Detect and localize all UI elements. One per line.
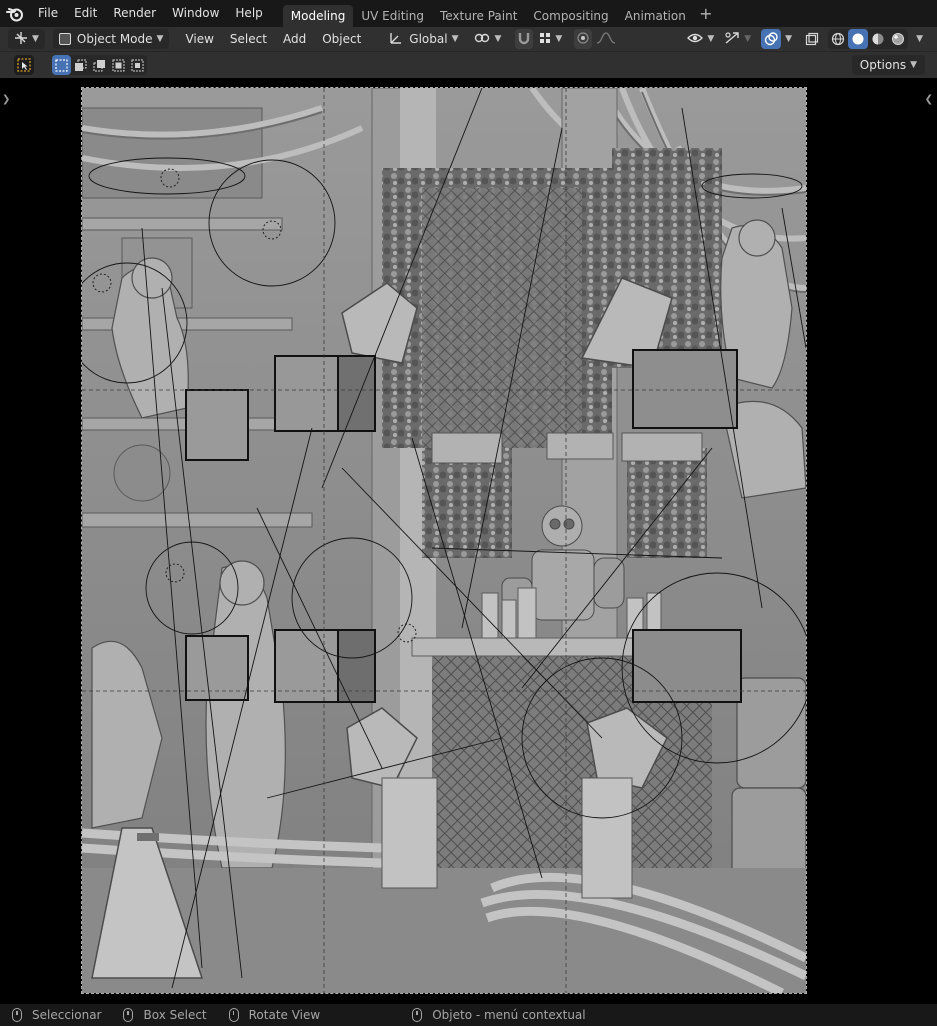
planter-left bbox=[431, 432, 503, 464]
blender-logo-icon[interactable] bbox=[0, 0, 30, 27]
snap-grid-icon bbox=[539, 32, 551, 47]
chevron-down-icon: ▼ bbox=[555, 34, 563, 44]
tab-animation[interactable]: Animation bbox=[617, 5, 694, 27]
editor-type-dropdown[interactable]: ▼ bbox=[8, 29, 45, 49]
hint-select-label: Seleccionar bbox=[32, 1008, 102, 1022]
menu-edit[interactable]: Edit bbox=[66, 0, 105, 27]
pivot-point-dropdown[interactable]: ▼ bbox=[472, 29, 503, 49]
chevron-down-icon: ▼ bbox=[32, 34, 39, 44]
pivot-link-icon bbox=[474, 31, 490, 48]
proportional-editing-toggle[interactable] bbox=[574, 29, 593, 49]
selection-mode-group bbox=[52, 55, 147, 75]
workspace-tabs: Modeling UV Editing Texture Paint Compos… bbox=[282, 0, 718, 27]
intersect-selection-icon[interactable] bbox=[128, 55, 147, 75]
subtract-selection-icon[interactable] bbox=[90, 55, 109, 75]
chevron-down-icon: ▼ bbox=[156, 34, 164, 44]
scene-render bbox=[82, 88, 806, 993]
hint-box-select-label: Box Select bbox=[143, 1008, 207, 1022]
viewport-header: ▼ Object Mode ▼ View Select Add Object G… bbox=[0, 27, 937, 51]
tab-texture-paint[interactable]: Texture Paint bbox=[432, 5, 525, 27]
eye-icon bbox=[687, 32, 704, 47]
menu-window[interactable]: Window bbox=[164, 0, 227, 27]
menu-help[interactable]: Help bbox=[227, 0, 270, 27]
select-box-tool-icon[interactable] bbox=[14, 55, 34, 75]
vertical-panel-left bbox=[381, 777, 438, 889]
planter-center bbox=[546, 432, 614, 460]
falloff-curve-icon bbox=[596, 31, 616, 47]
status-bar: Seleccionar Box Select Rotate View Objet… bbox=[0, 1004, 937, 1026]
magnet-icon bbox=[517, 31, 531, 48]
sidebar-expand-chevron-icon[interactable]: ❮ bbox=[925, 94, 933, 105]
menu-select[interactable]: Select bbox=[222, 32, 275, 46]
chevron-down-icon[interactable]: ▼ bbox=[785, 34, 792, 44]
shading-modes bbox=[828, 29, 909, 49]
caution-sign-handle bbox=[137, 833, 159, 841]
menu-add[interactable]: Add bbox=[275, 32, 314, 46]
toolbar-expand-chevron-icon[interactable]: ❯ bbox=[2, 94, 10, 105]
options-label: Options bbox=[859, 58, 907, 72]
mouse-left-click-icon bbox=[12, 1008, 22, 1022]
gizmo-dropdown[interactable]: ▼ bbox=[724, 29, 751, 49]
hint-box-select: Box Select bbox=[123, 1008, 207, 1022]
tab-uv-editing[interactable]: UV Editing bbox=[353, 5, 432, 27]
tab-modeling[interactable]: Modeling bbox=[282, 4, 354, 27]
transform-orientation-dropdown[interactable]: Global ▼ bbox=[385, 29, 462, 49]
mode-dropdown[interactable]: Object Mode ▼ bbox=[52, 29, 170, 49]
options-dropdown[interactable]: Options ▼ bbox=[851, 55, 925, 75]
chevron-down-icon: ▼ bbox=[744, 34, 752, 44]
hint-select: Seleccionar bbox=[12, 1008, 101, 1022]
ivy-hanging-left bbox=[422, 448, 512, 558]
invert-selection-icon[interactable] bbox=[109, 55, 128, 75]
solid-shading-icon[interactable] bbox=[848, 29, 869, 49]
hint-rotate-view-label: Rotate View bbox=[248, 1008, 321, 1022]
mode-label: Object Mode bbox=[76, 32, 153, 46]
mouse-drag-icon bbox=[123, 1008, 134, 1022]
top-menu-bar: File Edit Render Window Help Modeling UV… bbox=[0, 0, 937, 27]
cube-icon bbox=[58, 33, 71, 45]
rendered-shading-icon[interactable] bbox=[888, 29, 908, 49]
snap-toggle[interactable] bbox=[515, 29, 534, 49]
ivy-hanging-right bbox=[627, 448, 707, 558]
mouse-middle-click-icon bbox=[228, 1008, 239, 1022]
camera-view-frame bbox=[81, 87, 807, 994]
proportional-dot-icon bbox=[577, 31, 589, 47]
xray-toggle-icon[interactable] bbox=[802, 29, 822, 49]
menu-file[interactable]: File bbox=[30, 0, 66, 27]
material-preview-icon[interactable] bbox=[868, 29, 888, 49]
gizmo-arrows-icon bbox=[724, 31, 740, 48]
menu-view[interactable]: View bbox=[177, 32, 221, 46]
3d-viewport[interactable]: ❯ ❮ bbox=[0, 78, 937, 1004]
snap-target-dropdown[interactable]: ▼ bbox=[539, 29, 562, 49]
menu-render[interactable]: Render bbox=[105, 0, 164, 27]
orientation-axes-icon bbox=[389, 31, 403, 48]
hint-context-menu-label: Objeto - menú contextual bbox=[432, 1008, 586, 1022]
chevron-down-icon: ▼ bbox=[451, 34, 459, 44]
vertical-panel-right bbox=[581, 777, 633, 899]
tool-settings-bar: Options ▼ bbox=[0, 51, 937, 78]
hint-rotate-view: Rotate View bbox=[228, 1008, 321, 1022]
add-workspace-plus-icon[interactable]: + bbox=[694, 0, 718, 27]
wire-cage-upper bbox=[422, 188, 582, 448]
hint-context-menu: Objeto - menú contextual bbox=[412, 1008, 586, 1022]
orientation-label: Global bbox=[409, 32, 448, 46]
visibility-dropdown[interactable]: ▼ bbox=[687, 29, 714, 49]
tab-compositing[interactable]: Compositing bbox=[525, 5, 616, 27]
extend-selection-icon[interactable] bbox=[71, 55, 90, 75]
axis-gizmo-icon bbox=[14, 31, 28, 48]
menu-object[interactable]: Object bbox=[314, 32, 369, 46]
shading-options-chevron-down-icon[interactable]: ▼ bbox=[916, 34, 923, 44]
overlays-toggle-icon[interactable] bbox=[761, 29, 782, 49]
set-new-selection-icon[interactable] bbox=[52, 55, 71, 75]
mouse-right-click-icon bbox=[412, 1008, 423, 1022]
chevron-down-icon: ▼ bbox=[707, 34, 715, 44]
overlays-group: ▼ bbox=[761, 29, 792, 49]
chevron-down-icon: ▼ bbox=[910, 60, 917, 70]
chevron-down-icon: ▼ bbox=[494, 34, 502, 44]
planter-right bbox=[621, 432, 703, 462]
falloff-dropdown[interactable] bbox=[596, 29, 616, 49]
wireframe-shading-icon[interactable] bbox=[828, 29, 848, 49]
